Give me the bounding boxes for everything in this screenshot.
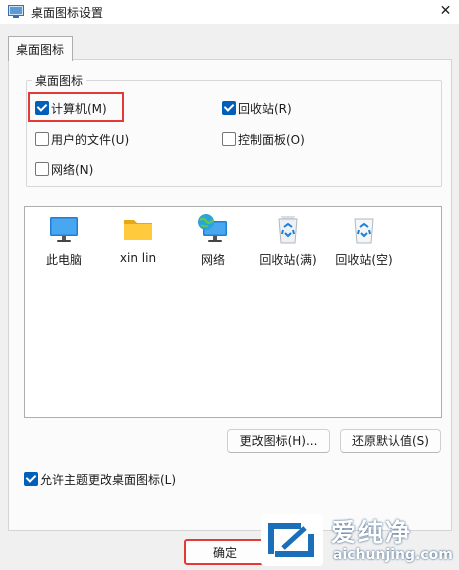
watermark: 爱纯净 aichunjing.com xyxy=(257,510,459,570)
folder-icon xyxy=(124,220,152,240)
change-icon-button[interactable]: 更改图标(H)... xyxy=(227,429,330,453)
list-item-label: xin lin xyxy=(119,251,157,265)
close-icon: ✕ xyxy=(439,3,452,19)
tab-label: 桌面图标 xyxy=(16,43,65,57)
list-item-this-pc[interactable]: 此电脑 xyxy=(33,211,95,269)
watermark-brand: 爱纯净 xyxy=(331,518,413,547)
watermark-url: aichunjing.com xyxy=(333,547,453,563)
list-item-label: 此电脑 xyxy=(45,253,82,267)
list-item-network[interactable]: 网络 xyxy=(182,211,244,269)
list-item-recycle-bin-full[interactable]: 回收站(满) xyxy=(253,211,323,269)
list-item-user-folder[interactable]: xin lin xyxy=(107,211,169,269)
user-files-checkbox-label[interactable]: 用户的文件(U) xyxy=(51,131,129,148)
network-checkbox[interactable] xyxy=(35,162,49,176)
list-item-label: 回收站(空) xyxy=(335,253,393,267)
recycle-bin-checkbox-label[interactable]: 回收站(R) xyxy=(238,100,292,117)
window-title: 桌面图标设置 xyxy=(31,6,104,20)
allow-themes-checkbox[interactable] xyxy=(24,472,38,486)
monitor-icon xyxy=(50,217,78,242)
recycle-bin-full-icon xyxy=(278,216,298,244)
watermark-logo-icon xyxy=(261,514,323,566)
groupbox-legend: 桌面图标 xyxy=(32,72,87,89)
network-checkbox-label[interactable]: 网络(N) xyxy=(51,161,93,178)
list-item-label: 网络 xyxy=(200,253,225,267)
list-item-recycle-bin-empty[interactable]: 回收站(空) xyxy=(329,211,399,269)
user-files-checkbox[interactable] xyxy=(35,132,49,146)
desktop-icon-list[interactable]: 此电脑 xin lin 网络 回收站(满) 回收站(空) xyxy=(24,206,442,418)
list-item-label: 回收站(满) xyxy=(259,253,317,267)
control-panel-checkbox-label[interactable]: 控制面板(O) xyxy=(238,131,305,148)
recycle-bin-checkbox[interactable] xyxy=(222,101,236,115)
network-icon xyxy=(198,214,227,242)
restore-default-button[interactable]: 还原默认值(S) xyxy=(340,429,441,453)
title-bar: 桌面图标设置 ✕ xyxy=(0,0,459,24)
recycle-bin-empty-icon xyxy=(354,218,374,244)
close-button[interactable]: ✕ xyxy=(432,0,459,24)
allow-themes-checkbox-label[interactable]: 允许主题更改桌面图标(L) xyxy=(40,471,176,488)
desktop-settings-icon xyxy=(8,5,24,18)
red-highlight-box xyxy=(28,92,124,122)
ok-button[interactable]: 确定 xyxy=(184,539,266,565)
tab-desktop-icons[interactable]: 桌面图标 xyxy=(8,36,73,61)
control-panel-checkbox[interactable] xyxy=(222,132,236,146)
